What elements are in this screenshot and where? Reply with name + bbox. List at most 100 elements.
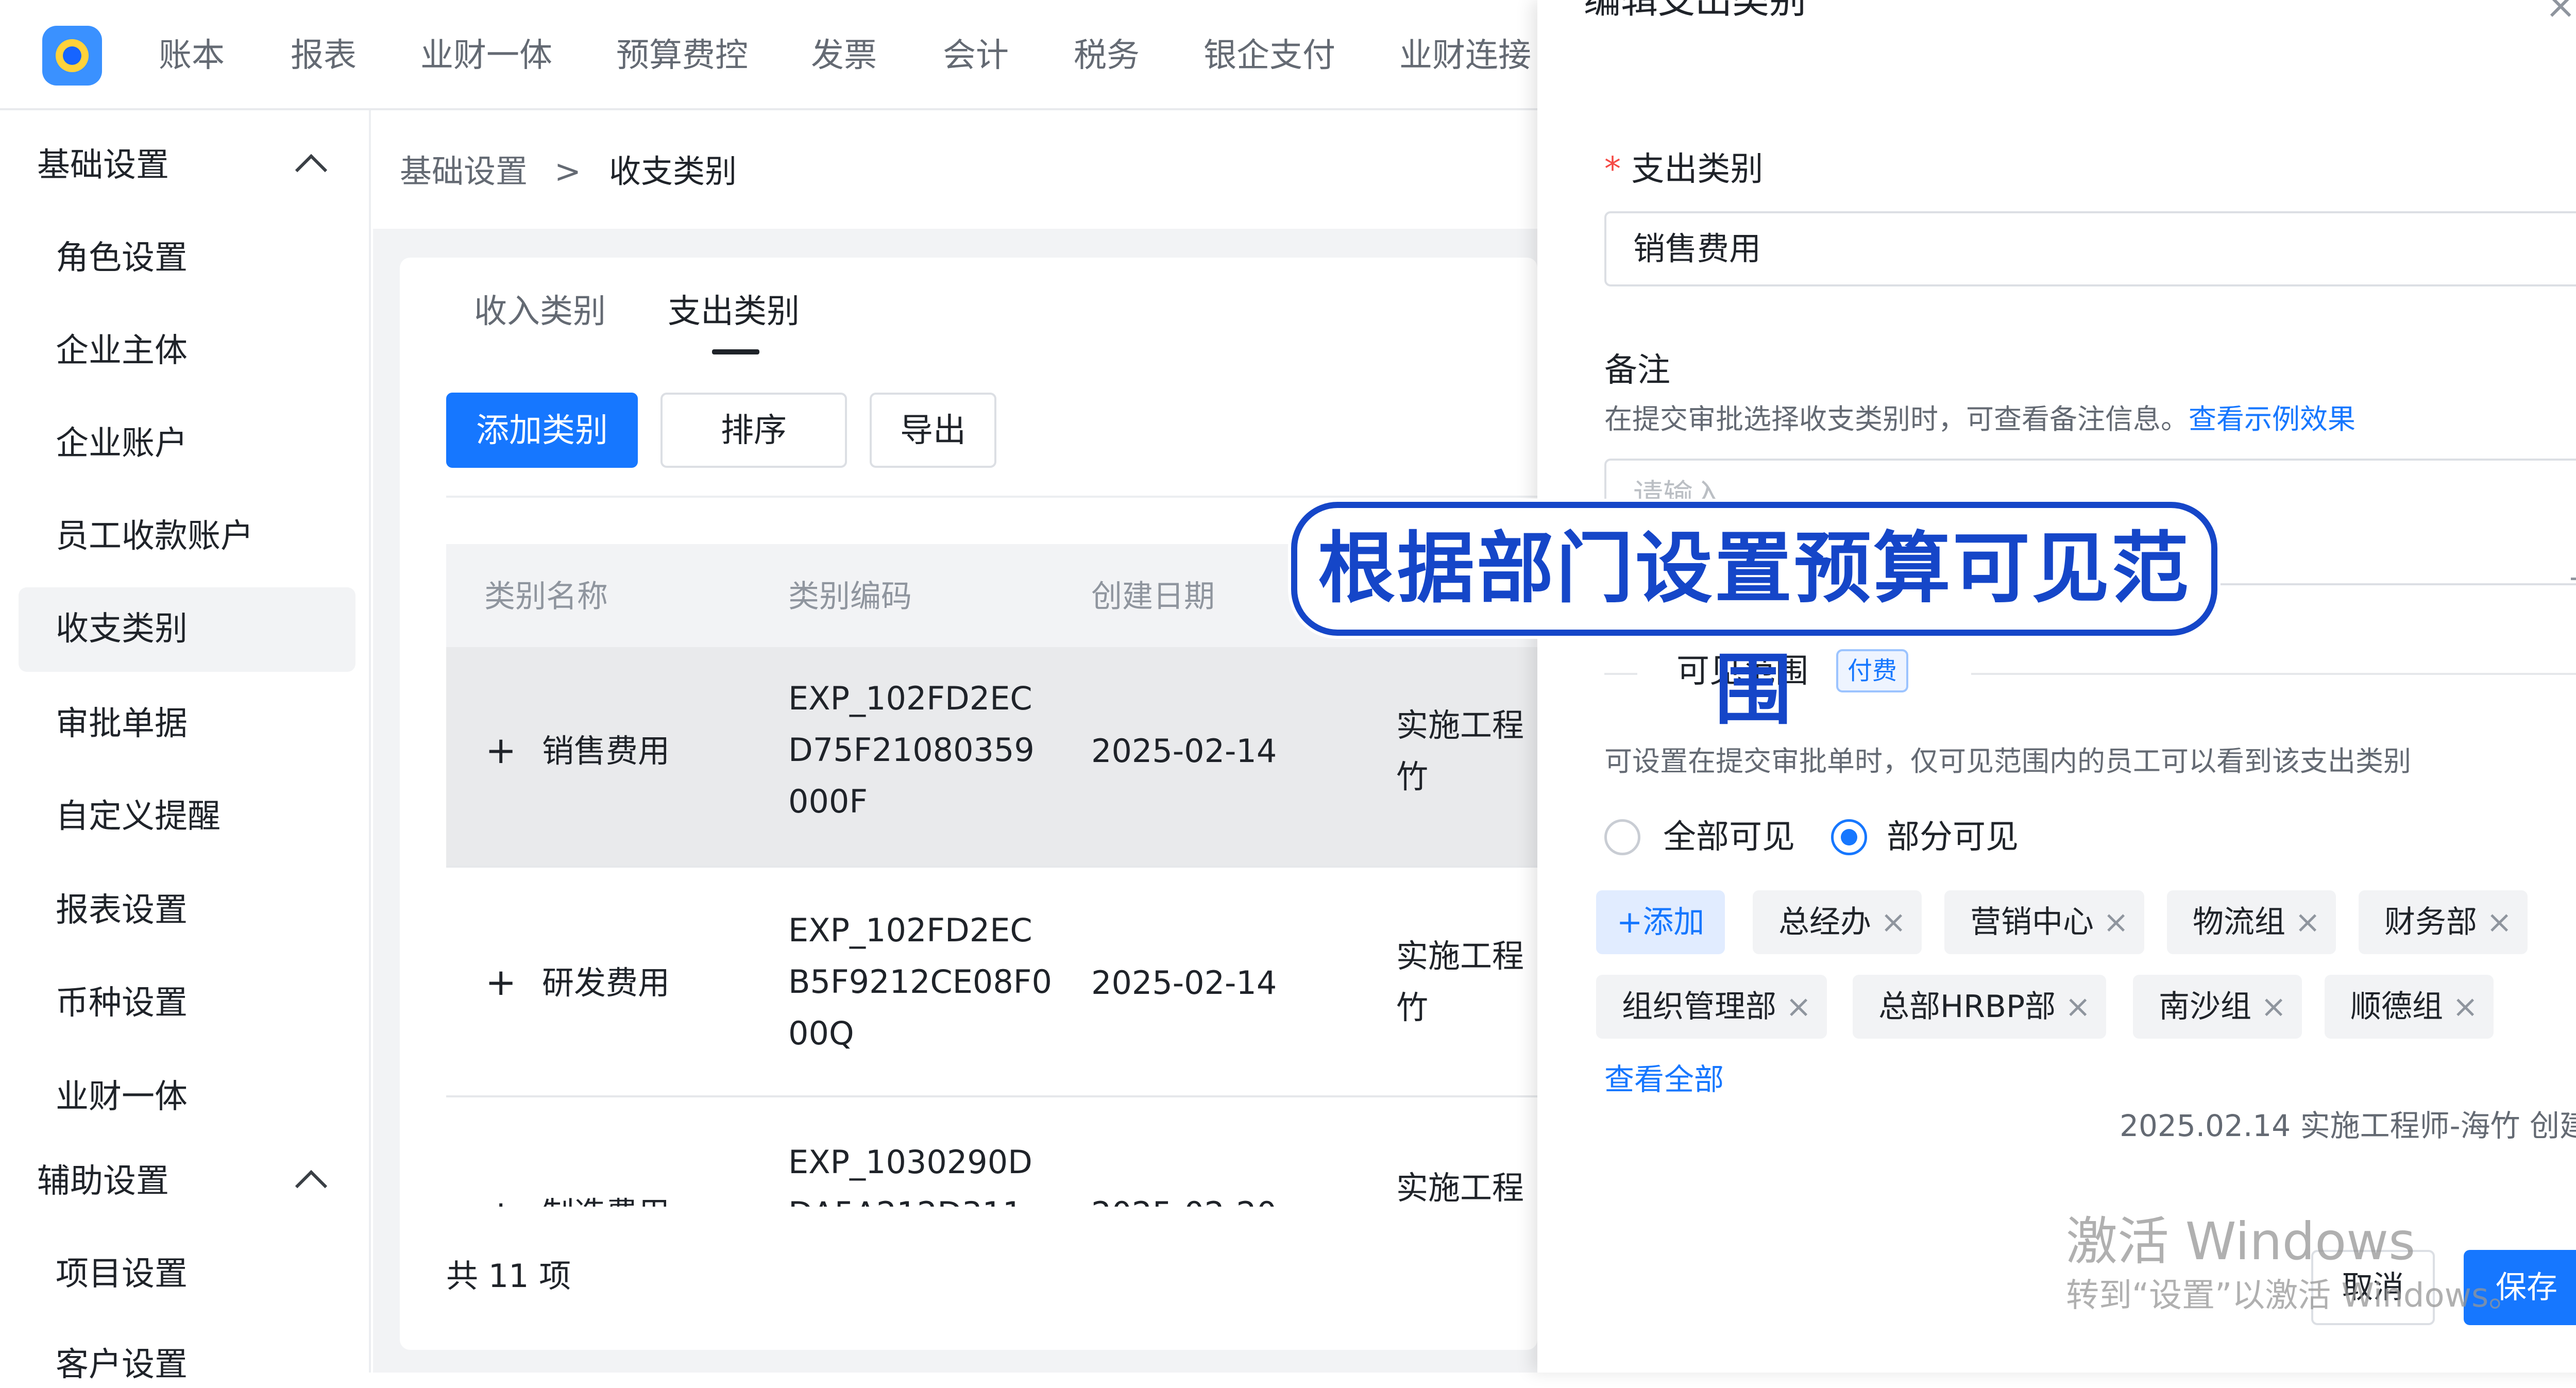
remark-label: 备注	[1604, 351, 1670, 390]
row-divider	[446, 1095, 1537, 1097]
sidebar-item-projects[interactable]: 项目设置	[56, 1251, 188, 1297]
sidebar-item-roles[interactable]: 角色设置	[56, 235, 188, 281]
department-tag: 总部HRBP部 ×	[1853, 975, 2107, 1039]
table-cell-code: 000F	[788, 783, 868, 820]
column-header-name: 类别名称	[484, 579, 608, 615]
remove-icon[interactable]: ×	[1786, 989, 1811, 1025]
radio-partial-visible[interactable]	[1831, 819, 1867, 855]
windows-watermark-title: 激活 Windows	[2066, 1211, 2416, 1272]
expand-icon[interactable]: +	[485, 1188, 516, 1207]
visibility-hint: 可设置在提交审批单时，仅可见范围内的员工可以看到该支出类别	[1604, 745, 2411, 777]
nav-accounting[interactable]: 会计	[943, 33, 1009, 78]
breadcrumb-parent[interactable]: 基础设置	[400, 148, 528, 195]
department-tag: 总经办 ×	[1753, 890, 1922, 954]
row-divider	[446, 866, 1537, 868]
department-tag: 物流组 ×	[2167, 890, 2336, 954]
remove-icon[interactable]: ×	[2261, 989, 2286, 1025]
table-cell-date: 2025-02-20	[1091, 1188, 1277, 1207]
nav-budget-control[interactable]: 预算费控	[616, 33, 748, 78]
tab-income[interactable]: 收入类别	[474, 289, 606, 335]
table-cell-creator: 实施工程	[1396, 937, 1524, 975]
section-divider-left	[1604, 673, 1637, 675]
table-cell-code: D75F21080359	[788, 731, 1035, 769]
annotation-callout: 根据部门设置预算可见范围	[1291, 502, 2217, 735]
toolbar-divider	[446, 496, 1537, 498]
nav-bank-payment[interactable]: 银企支付	[1204, 33, 1335, 78]
table-cell-name: 销售费用	[542, 732, 670, 770]
add-department-button[interactable]: +添加	[1596, 890, 1725, 954]
table-cell-date: 2025-02-14	[1091, 732, 1277, 770]
remove-icon[interactable]: ×	[2486, 904, 2512, 940]
sidebar-group-basic[interactable]: 基础设置	[37, 142, 169, 189]
expand-icon[interactable]: +	[485, 724, 516, 776]
breadcrumb-current: 收支类别	[609, 153, 737, 190]
sidebar-item-business-finance[interactable]: 业财一体	[56, 1074, 188, 1120]
department-tag: 南沙组 ×	[2133, 975, 2302, 1039]
tab-expense[interactable]: 支出类别	[668, 289, 800, 335]
breadcrumb-separator: >	[554, 153, 581, 190]
section-divider-right	[1971, 673, 2576, 675]
remark-hint: 在提交审批选择收支类别时，可查看备注信息。查看示例效果	[1604, 399, 2355, 440]
column-header-date: 创建日期	[1091, 579, 1215, 615]
department-tag: 顺德组 ×	[2325, 975, 2494, 1039]
sidebar-item-currency[interactable]: 币种设置	[56, 980, 188, 1026]
table-cell-code: 00Q	[788, 1014, 854, 1052]
remove-icon[interactable]: ×	[2103, 904, 2129, 940]
app-logo[interactable]	[42, 26, 102, 86]
remove-icon[interactable]: ×	[1880, 904, 1906, 940]
department-tag: 组织管理部 ×	[1596, 975, 1827, 1039]
remark-hint-text: 在提交审批选择收支类别时，可查看备注信息。	[1604, 403, 2189, 435]
nav-ledger[interactable]: 账本	[159, 33, 225, 78]
nav-business-finance[interactable]: 业财一体	[420, 33, 552, 78]
table-cell-code: EXP_1030290D	[788, 1143, 1032, 1181]
nav-reports[interactable]: 报表	[291, 33, 357, 78]
total-count: 共 11 项	[446, 1257, 571, 1295]
sidebar-item-report-settings[interactable]: 报表设置	[56, 887, 188, 934]
sidebar-item-customers[interactable]: 客户设置	[56, 1342, 188, 1388]
table-cell-code: EXP_102FD2EC	[788, 680, 1032, 717]
table-cell-name: 制造费用	[542, 1188, 670, 1207]
radio-all-visible[interactable]	[1604, 819, 1640, 855]
remove-icon[interactable]: ×	[2452, 989, 2478, 1025]
export-button[interactable]: 导出	[870, 393, 996, 468]
sidebar-item-categories[interactable]: 收支类别	[56, 606, 188, 652]
resize-handle-icon[interactable]	[2571, 562, 2576, 580]
radio-all-visible-label[interactable]: 全部可见	[1663, 814, 1795, 860]
table-cell-creator: 竹	[1396, 989, 1429, 1026]
sort-button[interactable]: 排序	[660, 393, 847, 468]
view-all-link[interactable]: 查看全部	[1604, 1057, 1724, 1102]
tab-active-indicator	[712, 349, 759, 354]
example-link[interactable]: 查看示例效果	[2189, 403, 2355, 435]
sidebar-item-accounts[interactable]: 企业账户	[56, 420, 188, 467]
category-name-input[interactable]: 销售费用	[1604, 211, 2576, 286]
category-label-text: 支出类别	[1631, 150, 1764, 189]
required-mark: *	[1604, 150, 1621, 189]
sidebar-group-auxiliary[interactable]: 辅助设置	[37, 1158, 169, 1205]
table-cell-name: 研发费用	[542, 964, 670, 1002]
close-icon[interactable]: ×	[2545, 0, 2576, 24]
nav-tax[interactable]: 税务	[1074, 33, 1140, 78]
nav-invoice[interactable]: 发票	[811, 33, 877, 78]
radio-partial-visible-label[interactable]: 部分可见	[1887, 814, 2019, 860]
table-cell-creator: 实施工程	[1396, 1169, 1524, 1207]
table-cell-code: EXP_102FD2EC	[788, 911, 1032, 949]
windows-watermark-subtitle: 转到“设置”以激活 Windows。	[2066, 1277, 2522, 1315]
sidebar-item-approval-docs[interactable]: 审批单据	[56, 701, 188, 747]
department-tag: 财务部 ×	[2359, 890, 2528, 954]
nav-business-connect[interactable]: 业财连接	[1399, 33, 1531, 78]
sidebar-item-entity[interactable]: 企业主体	[56, 328, 188, 374]
paid-badge: 付费	[1836, 649, 1909, 692]
table-cell-creator: 实施工程	[1396, 706, 1524, 744]
created-meta: 2025.02.14 实施工程师-海竹 创建	[2120, 1108, 2576, 1143]
sidebar-item-reminders[interactable]: 自定义提醒	[56, 793, 221, 840]
table-row-clipped: + 制造费用 EXP_1030290D DA5A212D311 2025-02-…	[446, 1128, 1537, 1207]
remove-icon[interactable]: ×	[2295, 904, 2320, 940]
expand-icon[interactable]: +	[485, 956, 516, 1008]
table-cell-date: 2025-02-14	[1091, 964, 1277, 1002]
remove-icon[interactable]: ×	[2065, 989, 2091, 1025]
add-category-button[interactable]: 添加类别	[446, 393, 638, 468]
drawer-title: 编辑支出类别	[1584, 0, 1807, 22]
table-cell-code: B5F9212CE08F0	[788, 963, 1052, 1001]
department-tag: 营销中心 ×	[1944, 890, 2145, 954]
sidebar-item-employee-accounts[interactable]: 员工收款账户	[56, 513, 253, 560]
